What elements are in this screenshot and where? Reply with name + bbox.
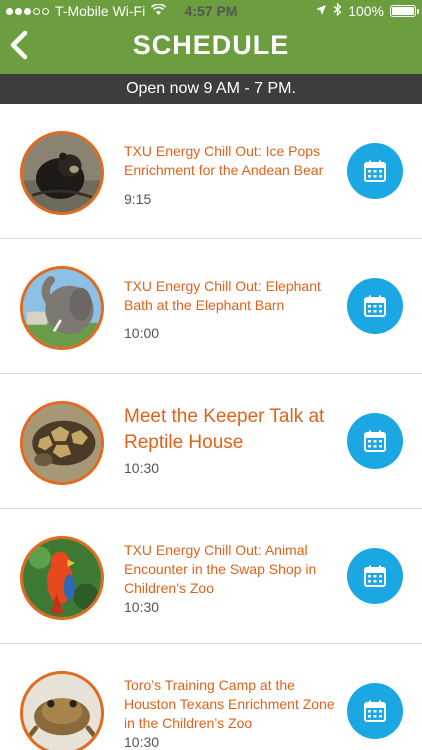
add-to-calendar-button[interactable] bbox=[347, 143, 403, 199]
event-thumbnail bbox=[20, 131, 104, 215]
hours-banner: Open now 9 AM - 7 PM. bbox=[0, 74, 422, 104]
calendar-icon bbox=[364, 160, 386, 182]
page-title: SCHEDULE bbox=[132, 30, 290, 60]
add-to-calendar-button[interactable] bbox=[347, 278, 403, 334]
calendar-icon bbox=[364, 430, 386, 452]
event-thumbnail bbox=[20, 266, 104, 350]
event-time: 10:30 bbox=[124, 460, 160, 476]
top-bar: T-Mobile Wi-Fi 4:57 PM 100% SCHEDULE bbox=[0, 0, 422, 74]
event-time: 10:00 bbox=[124, 325, 160, 341]
list-item[interactable]: TXU Energy Chill Out: Elephant Bath at t… bbox=[0, 239, 422, 374]
location-icon bbox=[315, 3, 327, 19]
add-to-calendar-button[interactable] bbox=[347, 548, 403, 604]
calendar-icon bbox=[364, 700, 386, 722]
event-title: TXU Energy Chill Out: Ice Pops Enrichmen… bbox=[124, 143, 324, 178]
battery-icon bbox=[390, 5, 419, 17]
list-item[interactable]: Toro’s Training Camp at the Houston Texa… bbox=[0, 644, 422, 750]
event-thumbnail bbox=[20, 401, 104, 485]
event-time: 10:30 bbox=[124, 599, 160, 615]
list-item[interactable]: TXU Energy Chill Out: Animal Encounter i… bbox=[0, 509, 422, 644]
navigation-bar: SCHEDULE bbox=[0, 24, 422, 74]
event-title: Meet the Keeper Talk at Reptile House bbox=[124, 406, 325, 453]
battery-percent: 100% bbox=[348, 3, 384, 19]
event-title: TXU Energy Chill Out: Animal Encounter i… bbox=[124, 542, 317, 596]
calendar-icon bbox=[364, 565, 386, 587]
event-thumbnail bbox=[20, 536, 104, 620]
list-item[interactable]: TXU Energy Chill Out: Ice Pops Enrichmen… bbox=[0, 104, 422, 239]
add-to-calendar-button[interactable] bbox=[347, 683, 403, 739]
event-time: 9:15 bbox=[124, 191, 152, 207]
calendar-icon bbox=[364, 295, 386, 317]
event-time: 10:30 bbox=[124, 734, 160, 750]
status-bar: T-Mobile Wi-Fi 4:57 PM 100% bbox=[0, 0, 422, 24]
bluetooth-icon bbox=[333, 2, 342, 19]
list-item[interactable]: Meet the Keeper Talk at Reptile House 10… bbox=[0, 374, 422, 509]
event-title: Toro’s Training Camp at the Houston Texa… bbox=[124, 677, 335, 731]
event-title: TXU Energy Chill Out: Elephant Bath at t… bbox=[124, 278, 321, 313]
event-thumbnail bbox=[20, 671, 104, 750]
add-to-calendar-button[interactable] bbox=[347, 413, 403, 469]
schedule-list: TXU Energy Chill Out: Ice Pops Enrichmen… bbox=[0, 104, 422, 750]
